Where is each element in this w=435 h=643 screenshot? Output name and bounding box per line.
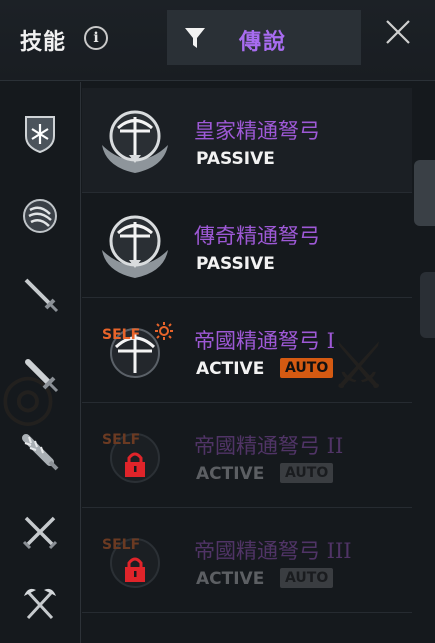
crossbow-winged-emblem-icon — [102, 110, 168, 173]
skill-row[interactable]: SELF 帝國精通弩弓 III ACTIVE AUTO — [82, 508, 412, 613]
skill-window-header: 技能 i 傳說 — [0, 0, 435, 81]
dagger-icon — [25, 359, 59, 393]
rarity-filter-button[interactable]: 傳說 — [167, 10, 361, 65]
category-round-shield[interactable] — [18, 194, 62, 238]
category-dagger[interactable] — [18, 352, 62, 396]
lock-icon — [125, 557, 145, 582]
skill-name: 帝國精通弩弓 I — [194, 329, 335, 353]
round-shield-icon — [23, 199, 57, 233]
self-target-tag: SELF — [102, 537, 141, 553]
info-icon[interactable]: i — [84, 26, 108, 50]
skill-type: PASSIVE — [196, 254, 275, 274]
crossed-axes-icon — [24, 588, 56, 620]
side-drawer-handle[interactable] — [420, 272, 435, 338]
skill-name: 帝國精通弩弓 II — [194, 434, 344, 458]
funnel-icon — [185, 28, 205, 48]
skill-name: 皇家精通弩弓 — [194, 119, 320, 143]
skill-type: ACTIVE — [196, 464, 265, 484]
auto-badge: AUTO — [280, 358, 334, 378]
category-crossed-axes[interactable] — [18, 582, 62, 626]
skill-name: 帝國精通弩弓 III — [194, 539, 352, 563]
sword-icon — [24, 278, 59, 313]
crossed-swords-icon — [22, 516, 58, 550]
skill-row[interactable]: 皇家精通弩弓 PASSIVE — [82, 88, 412, 193]
self-target-tag: SELF — [102, 327, 141, 343]
category-spiked-club[interactable] — [18, 430, 62, 474]
category-crossed-swords[interactable] — [18, 510, 62, 554]
self-target-tag: SELF — [102, 432, 141, 448]
skill-row[interactable]: SELF 帝國精通弩弓 II ACTIVE AUTO — [82, 403, 412, 508]
close-icon[interactable] — [384, 18, 412, 46]
skill-row[interactable]: SELF 帝國精通弩弓 I ACTIVE AUTO — [82, 298, 412, 403]
category-sidebar — [0, 82, 81, 643]
skill-type: ACTIVE — [196, 569, 265, 589]
skill-type: ACTIVE — [196, 359, 265, 379]
skill-name: 傳奇精通弩弓 — [194, 224, 320, 248]
side-drawer-handle[interactable] — [414, 160, 435, 226]
crossbow-winged-emblem-icon — [102, 215, 168, 278]
skill-type: PASSIVE — [196, 149, 275, 169]
category-sword[interactable] — [18, 272, 62, 316]
shield-emblem-icon — [25, 116, 55, 154]
page-title: 技能 — [20, 30, 67, 55]
category-shield-emblem[interactable] — [18, 112, 62, 156]
skill-row[interactable]: 傳奇精通弩弓 PASSIVE — [82, 193, 412, 298]
rarity-filter-label: 傳說 — [239, 30, 288, 55]
spiked-club-icon — [22, 434, 59, 471]
auto-badge: AUTO — [280, 568, 334, 588]
lock-icon — [125, 452, 145, 477]
auto-badge: AUTO — [280, 463, 334, 483]
sun-icon — [155, 322, 173, 340]
